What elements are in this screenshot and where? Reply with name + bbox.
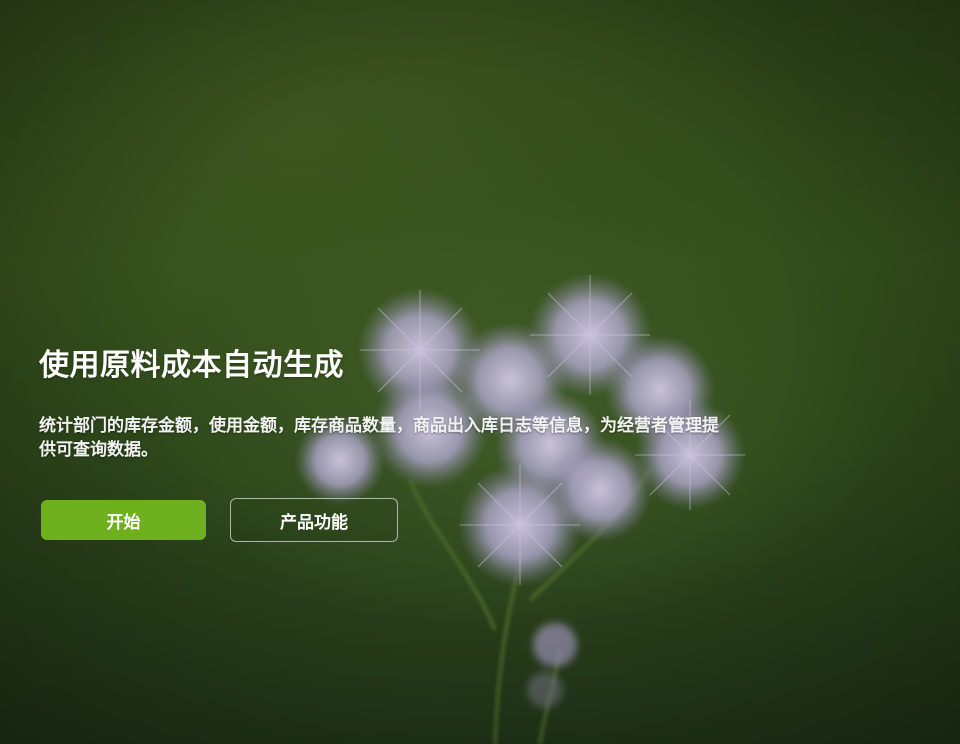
hero-actions: 开始 产品功能 [41, 498, 398, 542]
product-features-button[interactable]: 产品功能 [230, 498, 398, 542]
hero-section: 使用原料成本自动生成 统计部门的库存金额，使用金额，库存商品数量，商品出入库日志… [0, 0, 960, 744]
start-button[interactable]: 开始 [41, 500, 206, 540]
hero-content: 使用原料成本自动生成 统计部门的库存金额，使用金额，库存商品数量，商品出入库日志… [39, 344, 759, 462]
hero-description: 统计部门的库存金额，使用金额，库存商品数量，商品出入库日志等信息，为经营者管理提… [39, 416, 719, 460]
hero-title: 使用原料成本自动生成 [39, 348, 344, 383]
